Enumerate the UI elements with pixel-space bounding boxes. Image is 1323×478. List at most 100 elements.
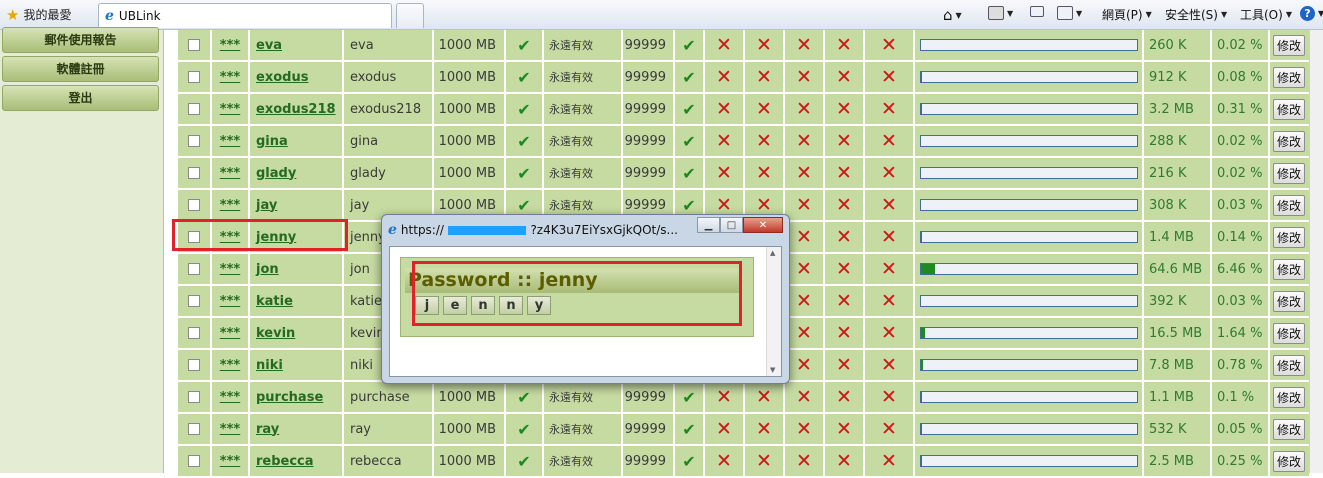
password-link[interactable]: *** (220, 198, 240, 213)
password-link[interactable]: *** (220, 422, 240, 437)
select-checkbox[interactable] (188, 295, 200, 307)
page-scrollbar[interactable] (1309, 30, 1323, 473)
username-link[interactable]: rebecca (256, 454, 314, 469)
mail-button[interactable] (1030, 6, 1044, 17)
tab-active[interactable]: e UBLink (98, 3, 392, 28)
edit-button[interactable]: 修改 (1273, 163, 1305, 184)
menu-tools[interactable]: 工具(O)▼ (1240, 6, 1292, 23)
username-link[interactable]: gina (256, 134, 288, 149)
check-icon: ✔ (682, 420, 695, 439)
menu-tools-label: 工具(O) (1240, 6, 1283, 23)
password-link[interactable]: *** (220, 262, 240, 277)
check-icon: ✔ (517, 196, 530, 215)
help-button[interactable]: ?▼ (1300, 6, 1323, 21)
password-link[interactable]: *** (220, 166, 240, 181)
menu-page[interactable]: 網頁(P)▼ (1102, 6, 1152, 23)
favorites-label: 我的最愛 (23, 6, 71, 23)
select-checkbox[interactable] (188, 39, 200, 51)
edit-button[interactable]: 修改 (1273, 131, 1305, 152)
select-checkbox[interactable] (188, 103, 200, 115)
quota-value: 1000 MB (439, 102, 496, 117)
status-cell: ✕ (865, 286, 913, 316)
select-checkbox[interactable] (188, 263, 200, 275)
highlight-box-password (412, 261, 742, 326)
table-row: ***rayray1000 MB✔永遠有效99999✔✕✕✕✕✕532 K0.0… (178, 414, 1309, 446)
edit-button[interactable]: 修改 (1273, 67, 1305, 88)
limit-value: 99999 (625, 198, 666, 213)
username-link[interactable]: purchase (256, 390, 323, 405)
print-button[interactable]: ▼ (1057, 6, 1082, 20)
edit-button[interactable]: 修改 (1273, 355, 1305, 376)
used-size: 216 K (1149, 166, 1186, 181)
table-row: ***ginagina1000 MB✔永遠有效99999✔✕✕✕✕✕288 K0… (178, 126, 1309, 158)
edit-button[interactable]: 修改 (1273, 259, 1305, 280)
status-cell: ✔ (675, 30, 703, 60)
password-link[interactable]: *** (220, 134, 240, 149)
edit-button[interactable]: 修改 (1273, 195, 1305, 216)
favorites-button[interactable]: ★ 我的最愛 (6, 6, 71, 23)
used-percent: 0.31 % (1217, 102, 1262, 117)
home-button[interactable]: ⌂▼ (943, 6, 962, 24)
feeds-button[interactable]: ▼ (988, 6, 1013, 20)
select-checkbox[interactable] (188, 135, 200, 147)
used-size-cell: 16.5 MB (1144, 318, 1210, 348)
display-name: exodus218 (350, 102, 421, 117)
status-cell: ✕ (745, 94, 783, 124)
status-cell: ✕ (825, 318, 863, 348)
password-link[interactable]: *** (220, 70, 240, 85)
password-link[interactable]: *** (220, 358, 240, 373)
password-link[interactable]: *** (220, 102, 240, 117)
popup-url-start: https:// (401, 223, 444, 237)
minimize-button[interactable]: ▁ (697, 217, 720, 233)
edit-button[interactable]: 修改 (1273, 35, 1305, 56)
password-link[interactable]: *** (220, 390, 240, 405)
sidebar-item-register[interactable]: 軟體註冊 (2, 56, 159, 82)
status-cell: ✕ (705, 126, 743, 156)
select-checkbox[interactable] (188, 167, 200, 179)
edit-button[interactable]: 修改 (1273, 99, 1305, 120)
username-link[interactable]: kevin (256, 326, 295, 341)
sidebar-item-mail-report[interactable]: 郵件使用報告 (2, 27, 159, 53)
password-link[interactable]: *** (220, 326, 240, 341)
quota-cell: 1000 MB (434, 30, 504, 60)
edit-button[interactable]: 修改 (1273, 291, 1305, 312)
username-link[interactable]: exodus218 (256, 102, 336, 117)
usage-bar-fill (921, 104, 922, 114)
select-checkbox[interactable] (188, 327, 200, 339)
scroll-up-icon: ▲ (770, 249, 775, 257)
maximize-button[interactable]: □ (720, 217, 743, 233)
edit-button[interactable]: 修改 (1273, 387, 1305, 408)
edit-button[interactable]: 修改 (1273, 419, 1305, 440)
password-link[interactable]: *** (220, 38, 240, 53)
used-size-cell: 308 K (1144, 190, 1210, 220)
username-link[interactable]: exodus (256, 70, 308, 85)
cross-icon: ✕ (836, 386, 852, 408)
select-checkbox[interactable] (188, 455, 200, 467)
check-icon: ✔ (682, 196, 695, 215)
edit-button[interactable]: 修改 (1273, 323, 1305, 344)
sidebar-item-logout[interactable]: 登出 (2, 85, 159, 111)
used-size-cell: 912 K (1144, 62, 1210, 92)
used-percent: 0.02 % (1217, 134, 1262, 149)
popup-scrollbar[interactable]: ▲ ▼ (766, 247, 781, 376)
username-link[interactable]: katie (256, 294, 293, 309)
select-checkbox[interactable] (188, 423, 200, 435)
new-tab-button[interactable] (396, 3, 424, 28)
select-checkbox[interactable] (188, 199, 200, 211)
menu-safety[interactable]: 安全性(S)▼ (1165, 6, 1227, 23)
username-link[interactable]: jon (256, 262, 279, 277)
select-checkbox[interactable] (188, 359, 200, 371)
username-link[interactable]: jay (256, 198, 277, 213)
close-button[interactable]: ✕ (743, 217, 783, 233)
select-checkbox[interactable] (188, 391, 200, 403)
status-cell: ✕ (785, 254, 823, 284)
edit-button[interactable]: 修改 (1273, 451, 1305, 472)
username-link[interactable]: glady (256, 166, 296, 181)
username-link[interactable]: niki (256, 358, 283, 373)
edit-button[interactable]: 修改 (1273, 227, 1305, 248)
password-link[interactable]: *** (220, 294, 240, 309)
username-link[interactable]: ray (256, 422, 279, 437)
password-link[interactable]: *** (220, 454, 240, 469)
username-link[interactable]: eva (256, 38, 282, 53)
select-checkbox[interactable] (188, 71, 200, 83)
